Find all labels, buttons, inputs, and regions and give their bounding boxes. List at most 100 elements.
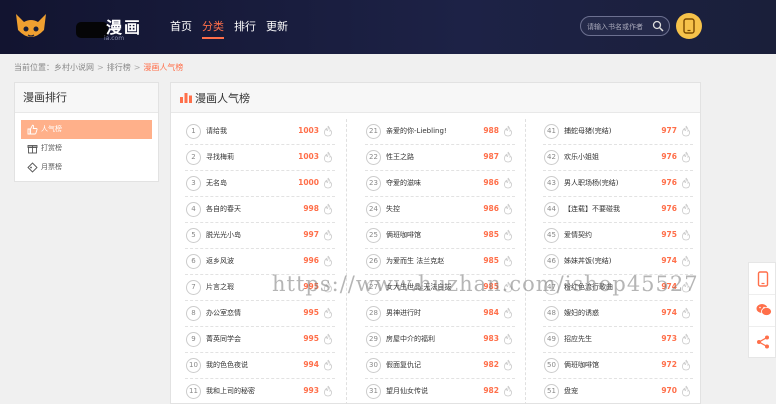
book-title-link[interactable]: 寻找梅莉 [206,152,291,162]
ranking-row[interactable]: 44 【连载】不要碰我 976 [543,197,693,223]
ranking-column: 1 请给我 1003 2 寻找梅莉 1003 3 无名岛 1000 4 各自的春天 998 5 脱光光小岛… [185,119,335,404]
float-wechat-button[interactable] [749,295,775,327]
ranking-row[interactable]: 29 房屋中介的福利 983 [365,327,515,353]
popularity-score: 997 [303,230,319,239]
sidebar-item-reward[interactable]: 打赏榜 [21,139,152,158]
ranking-row[interactable]: 48 嫂妇的诱惑 974 [543,301,693,327]
popularity-score: 974 [661,256,677,265]
ranking-row[interactable]: 51 盘宠 970 [543,379,693,404]
rank-number: 9 [186,332,201,347]
book-title-link[interactable]: 爱情契约 [564,230,649,240]
nav-category[interactable]: 分类 [202,18,224,39]
ranking-row[interactable]: 3 无名岛 1000 [185,171,335,197]
popularity-score: 974 [661,308,677,317]
mobile-app-button[interactable] [676,13,702,39]
book-title-link[interactable]: 菁英同学会 [206,334,291,344]
book-title-link[interactable]: 性王之路 [386,152,471,162]
book-title-link[interactable]: 脱光光小岛 [206,230,291,240]
cat-logo-icon [16,14,46,37]
book-title-link[interactable]: 亲爱的你-Liebling! [386,126,471,136]
ranking-row[interactable]: 23 夺爱的滋味 986 [365,171,515,197]
sidebar-item-monthly[interactable]: 月票榜 [21,158,152,177]
book-title-link[interactable]: 返乡风波 [206,256,291,266]
book-title-link[interactable]: 我的色色夜说 [206,360,291,370]
site-logo[interactable]: 漫画 ia.com [14,8,164,46]
ranking-row[interactable]: 49 招应先生 973 [543,327,693,353]
ranking-row[interactable]: 25 俩班咖啡馆 985 [365,223,515,249]
book-title-link[interactable]: 俩班咖啡馆 [564,360,649,370]
rank-number: 21 [366,124,381,139]
nav-ranking[interactable]: 排行 [234,18,256,39]
search-icon[interactable] [652,20,664,32]
share-icon [757,335,769,349]
breadcrumb-home[interactable]: 乡村小说网 [54,63,94,72]
ranking-row[interactable]: 42 欢乐小姐姐 976 [543,145,693,171]
float-mobile-button[interactable] [749,263,775,295]
breadcrumb-rank[interactable]: 排行榜 [107,63,131,72]
book-title-link[interactable]: 办公室恋情 [206,308,291,318]
sidebar-title: 漫画排行 [15,83,158,113]
book-title-link[interactable]: 捕蛇母猪(完结) [564,126,649,136]
book-title-link[interactable]: 各自的春天 [206,204,291,214]
ranking-row[interactable]: 30 假面复仇记 982 [365,353,515,379]
book-title-link[interactable]: 盘宠 [564,386,649,396]
ranking-row[interactable]: 4 各自的春天 998 [185,197,335,223]
book-title-link[interactable]: 请给我 [206,126,291,136]
ranking-row[interactable]: 9 菁英同学会 995 [185,327,335,353]
rank-number: 1 [186,124,201,139]
ranking-row[interactable]: 10 我的色色夜说 994 [185,353,335,379]
sidebar-item-label: 打赏榜 [41,144,62,152]
ranking-row[interactable]: 11 我和上司的秘密 993 [185,379,335,404]
float-share-button[interactable] [749,327,775,359]
popularity-score: 982 [483,360,499,369]
sidebar-item-popular[interactable]: 人气榜 [21,120,152,139]
nav-home[interactable]: 首页 [170,18,192,39]
fire-icon [324,203,332,215]
search-input[interactable] [587,20,653,33]
rank-number: 44 [544,202,559,217]
rank-number: 3 [186,176,201,191]
popularity-score: 973 [661,334,677,343]
book-title-link[interactable]: 夺爱的滋味 [386,178,471,188]
book-title-link[interactable]: 男人职场杨(完结) [564,178,649,188]
book-title-link[interactable]: 假面复仇记 [386,360,471,370]
ranking-row[interactable]: 5 脱光光小岛 997 [185,223,335,249]
column-divider [525,119,526,404]
nav-update[interactable]: 更新 [266,18,288,39]
ranking-column: 41 捕蛇母猪(完结) 977 42 欢乐小姐姐 976 43 男人职场杨(完结) 976 44 【… [543,119,693,404]
ranking-row[interactable]: 8 办公室恋情 995 [185,301,335,327]
book-title-link[interactable]: 我和上司的秘密 [206,386,291,396]
rank-number: 25 [366,228,381,243]
ranking-row[interactable]: 45 爱情契约 975 [543,223,693,249]
ranking-row[interactable]: 1 请给我 1003 [185,119,335,145]
gift-icon [27,145,38,154]
book-title-link[interactable]: 望月仙女传说 [386,386,471,396]
book-title-link[interactable]: 姊妹丼饭(完结) [564,256,649,266]
ranking-row[interactable]: 50 俩班咖啡馆 972 [543,353,693,379]
ranking-row[interactable]: 28 男神进行时 984 [365,301,515,327]
fire-icon [324,385,332,397]
watermark: https://www.huzhan.com/ishop45527 [272,272,699,296]
book-title-link[interactable]: 俩班咖啡馆 [386,230,471,240]
ranking-row[interactable]: 2 寻找梅莉 1003 [185,145,335,171]
ranking-row[interactable]: 24 失控 986 [365,197,515,223]
ticket-icon [27,162,38,173]
breadcrumb: 当前位置：乡村小说网 > 排行榜 > 漫画人气榜 [14,62,183,73]
popularity-score: 976 [661,152,677,161]
book-title-link[interactable]: 嫂妇的诱惑 [564,308,649,318]
ranking-row[interactable]: 22 性王之路 987 [365,145,515,171]
book-title-link[interactable]: 无名岛 [206,178,291,188]
book-title-link[interactable]: 【连载】不要碰我 [564,204,649,214]
book-title-link[interactable]: 招应先生 [564,334,649,344]
fire-icon [324,255,332,267]
rank-number: 28 [366,306,381,321]
book-title-link[interactable]: 为爱而生 法兰克赵 [386,256,471,266]
ranking-row[interactable]: 21 亲爱的你-Liebling! 988 [365,119,515,145]
ranking-row[interactable]: 31 望月仙女传说 982 [365,379,515,404]
ranking-row[interactable]: 43 男人职场杨(完结) 976 [543,171,693,197]
book-title-link[interactable]: 房屋中介的福利 [386,334,471,344]
book-title-link[interactable]: 男神进行时 [386,308,471,318]
ranking-row[interactable]: 41 捕蛇母猪(完结) 977 [543,119,693,145]
book-title-link[interactable]: 欢乐小姐姐 [564,152,649,162]
book-title-link[interactable]: 失控 [386,204,471,214]
